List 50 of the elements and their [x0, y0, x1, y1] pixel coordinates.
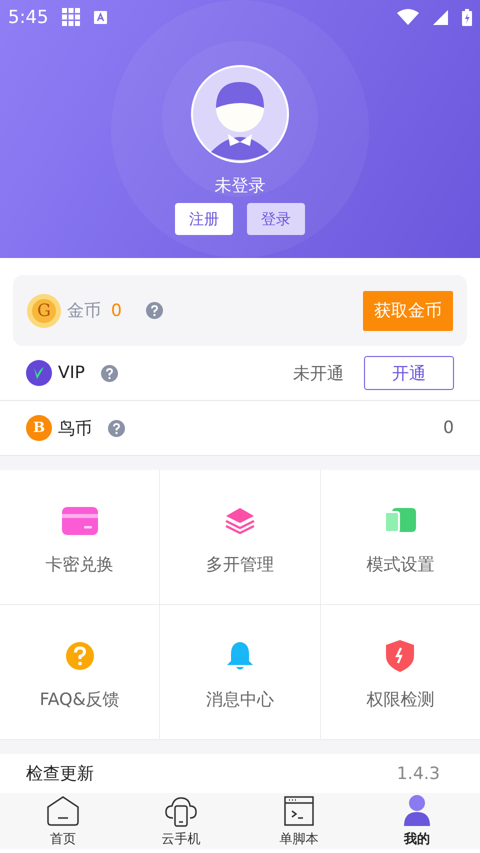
- keyboard-icon: [94, 10, 108, 24]
- version-number: 1.4.3: [396, 764, 440, 784]
- coin-icon: G: [27, 294, 61, 328]
- battery-icon: [462, 8, 472, 26]
- terminal-icon: [282, 794, 316, 828]
- nav-tab[interactable]: 我的: [372, 793, 462, 849]
- grid-icon: [62, 8, 80, 26]
- feature-tile[interactable]: 模式设置: [320, 470, 480, 604]
- help-icon[interactable]: [100, 364, 118, 382]
- coin-amount: 0: [111, 300, 122, 320]
- login-status: 未登录: [214, 175, 266, 197]
- help-icon[interactable]: [146, 302, 163, 319]
- check-update-label: 检查更新: [26, 763, 94, 785]
- feature-tile[interactable]: FAQ&反馈: [0, 605, 160, 739]
- feature-label: FAQ&反馈: [40, 689, 120, 711]
- feature-tile[interactable]: 多开管理: [160, 470, 320, 604]
- layers-icon: [224, 508, 255, 534]
- wifi-icon: [397, 9, 419, 25]
- screens-icon: [384, 508, 416, 534]
- activate-button[interactable]: 开通: [364, 356, 454, 390]
- nav-tab[interactable]: 首页: [18, 793, 108, 849]
- shield-icon: [386, 640, 414, 672]
- feature-tile[interactable]: 消息中心: [160, 605, 320, 739]
- vip-label: VIP: [58, 363, 85, 383]
- vip-badge-icon: [26, 360, 52, 386]
- nav-tab[interactable]: 云手机: [136, 793, 226, 849]
- feature-tile[interactable]: 卡密兑换: [0, 470, 160, 604]
- nav-tab[interactable]: 单脚本: [254, 793, 344, 849]
- home-icon: [46, 794, 80, 828]
- coin-label: 金币: [67, 300, 101, 322]
- feature-label: 消息中心: [206, 689, 274, 711]
- bird-coin-label: 鸟币: [58, 418, 92, 440]
- feature-label: 卡密兑换: [46, 554, 114, 576]
- card-icon: [62, 507, 98, 535]
- status-time: 5:45: [8, 6, 48, 28]
- feature-label: 模式设置: [366, 554, 434, 576]
- bird-coin-amount: 0: [443, 418, 454, 438]
- avatar-icon[interactable]: [190, 64, 290, 164]
- login-button[interactable]: 登录: [247, 203, 305, 235]
- signal-icon: [433, 10, 448, 24]
- check-update-row[interactable]: 检查更新 1.4.3: [0, 754, 480, 793]
- register-button[interactable]: 注册: [175, 203, 233, 235]
- feature-tile[interactable]: 权限检测: [320, 605, 480, 739]
- question-icon: [64, 641, 95, 671]
- vip-status: 未开通: [293, 362, 344, 384]
- bird-coin-icon: B: [26, 415, 52, 441]
- help-icon[interactable]: [108, 420, 125, 436]
- bell-icon: [226, 641, 254, 671]
- feature-label: 多开管理: [206, 554, 274, 576]
- feature-label: 权限检测: [366, 689, 434, 711]
